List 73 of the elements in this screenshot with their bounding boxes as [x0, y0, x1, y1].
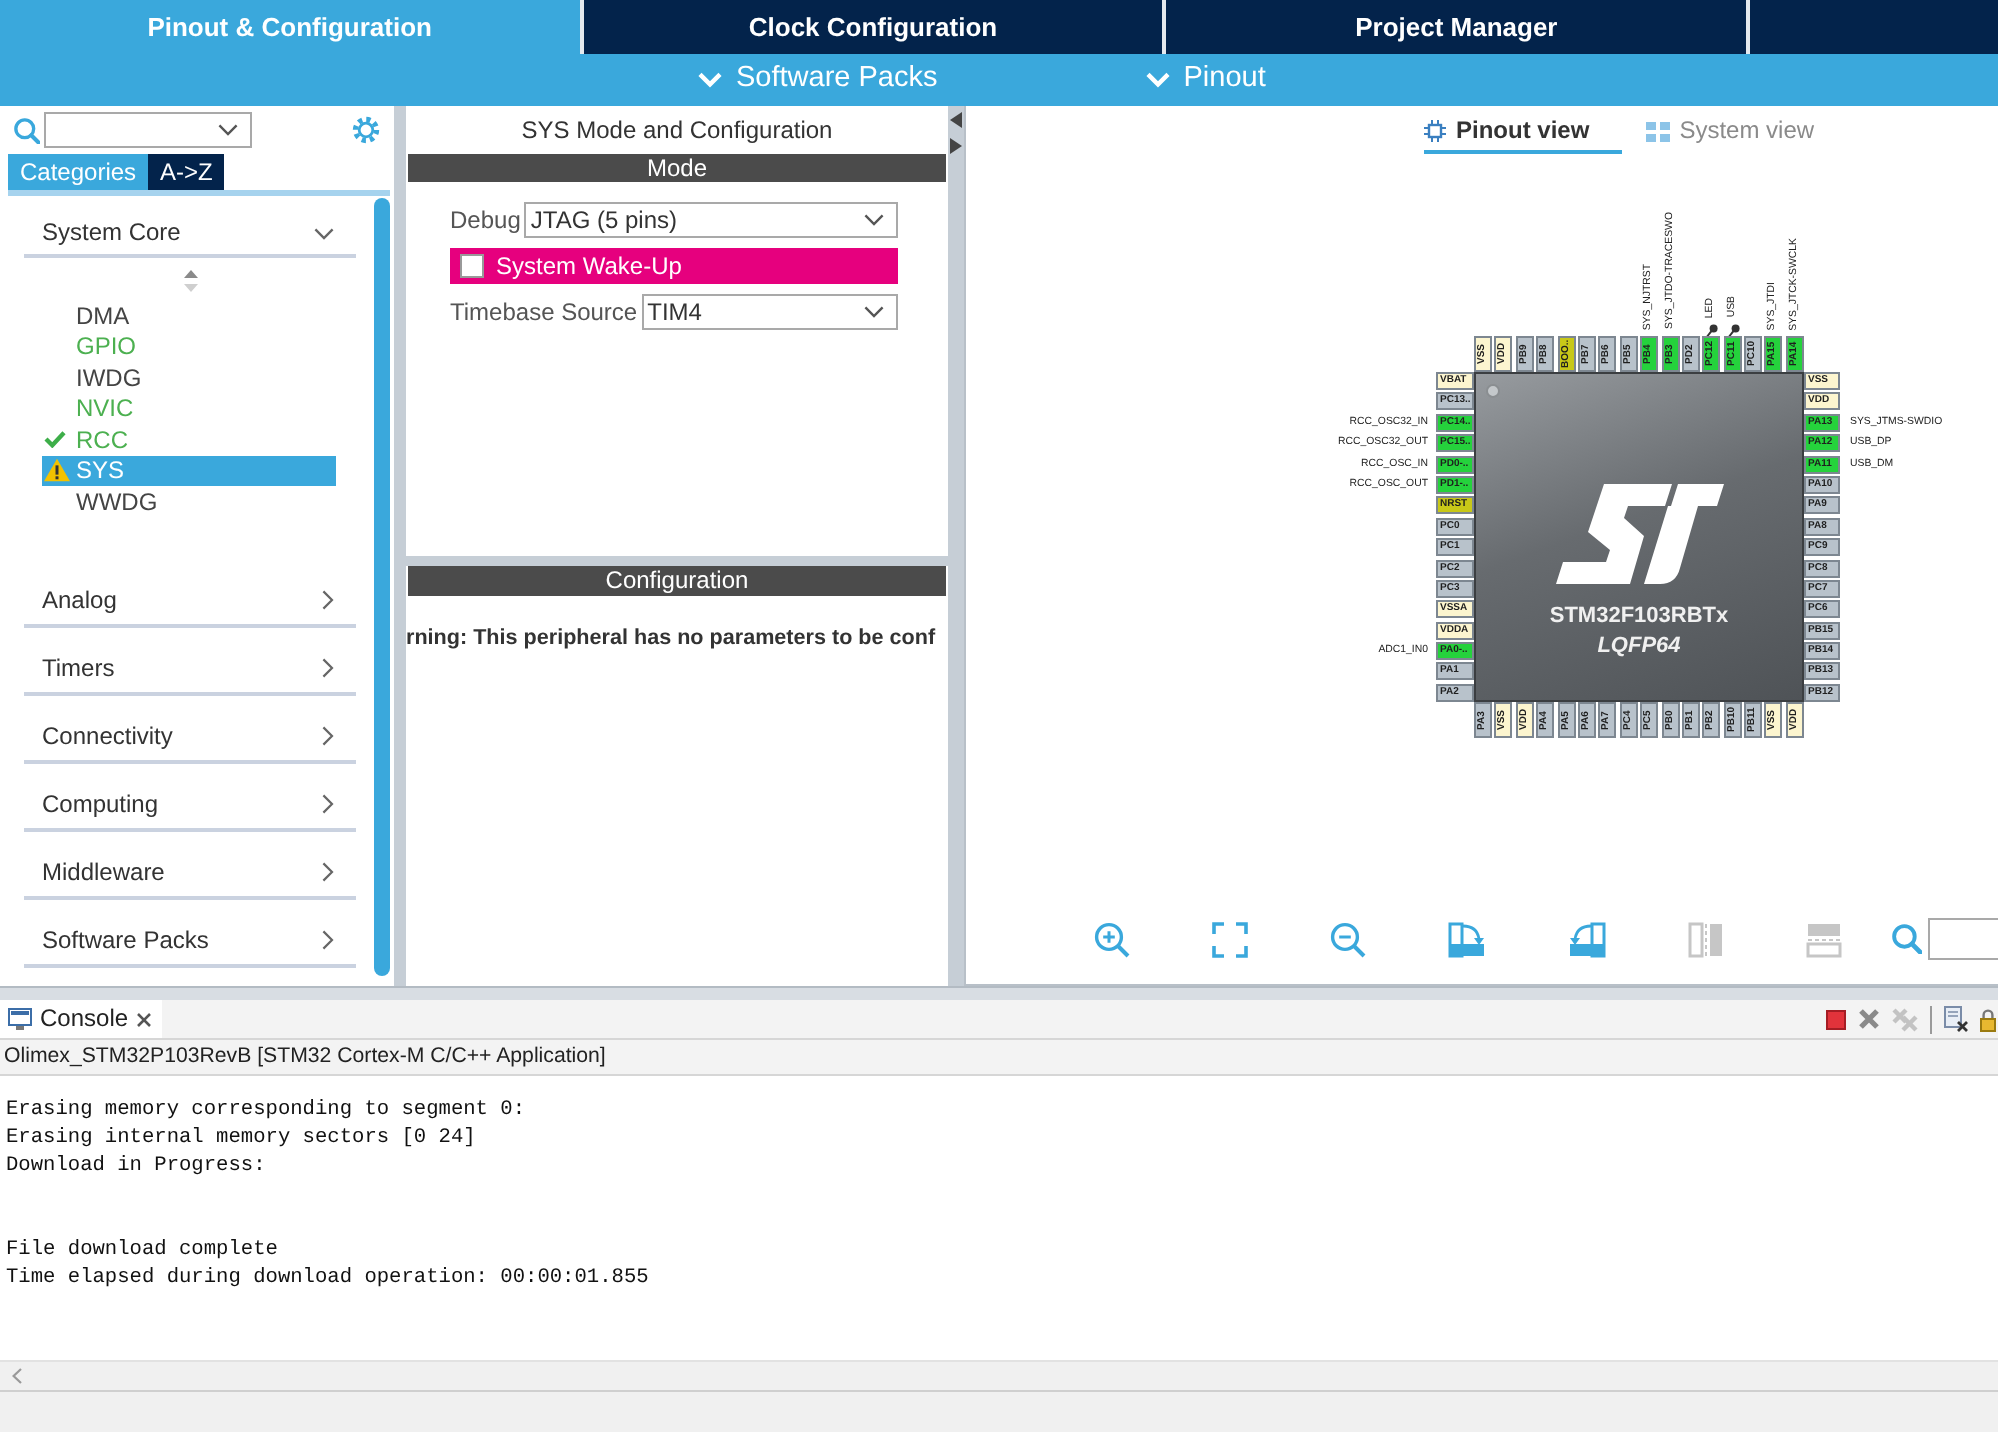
rotate-left-icon[interactable] [1568, 921, 1606, 957]
sort-arrows-icon[interactable] [183, 270, 197, 292]
chip-icon [1424, 120, 1446, 142]
chip-logo-icon [1555, 484, 1723, 584]
tab[interactable]: Clock Configuration [583, 0, 1163, 54]
warning-message: rning: This peripheral has no parameters to be conf [406, 626, 936, 650]
grid-icon [1645, 121, 1670, 141]
chevron-down-icon [864, 306, 884, 318]
chip-package: LQFP64 [1597, 634, 1681, 660]
chevron-right-icon [322, 929, 334, 949]
search-dropdown[interactable] [44, 112, 252, 148]
chevron-right-icon [322, 657, 334, 677]
panel-title: SYS Mode and Configuration [521, 115, 833, 145]
left-triangle-icon[interactable] [950, 112, 962, 128]
category-header[interactable]: Timers [24, 633, 356, 695]
chevron-down-icon [698, 71, 722, 88]
search-icon[interactable] [1892, 924, 1922, 954]
search-icon[interactable] [14, 117, 40, 143]
category-header[interactable]: Software Packs [24, 905, 356, 967]
checkbox[interactable] [460, 254, 484, 278]
sidebar-item[interactable]: DMA [42, 300, 336, 331]
console-line: Download in Progress: [6, 1152, 266, 1180]
warning-icon [44, 458, 70, 483]
console-tab[interactable]: Console [0, 1000, 163, 1038]
tab[interactable]: Project Manager [1166, 0, 1747, 54]
chevron-right-icon [322, 793, 334, 813]
circle-marker-icon [1486, 384, 1500, 398]
console-line: Erasing internal memory sectors [0 24] [6, 1124, 476, 1152]
zoom-out-icon[interactable] [1330, 921, 1366, 957]
console-icon [8, 1008, 32, 1030]
search-field[interactable] [1928, 918, 1998, 960]
field-label: Debug [450, 205, 521, 235]
category-header[interactable]: Connectivity [24, 701, 356, 763]
dropdown[interactable]: TIM4 [641, 294, 898, 330]
console-line: Erasing memory corresponding to segment 0: [6, 1096, 526, 1124]
sidebar-item[interactable]: IWDG [42, 362, 336, 393]
chevron-right-icon [322, 725, 334, 745]
rotate-right-icon[interactable] [1448, 921, 1486, 957]
lock-icon[interactable] [1980, 1007, 1996, 1031]
dropdown[interactable]: JTAG (5 pins) [524, 202, 898, 238]
check-icon [44, 430, 66, 449]
chevron-down-icon [314, 228, 334, 240]
section-header: Mode [408, 154, 946, 182]
chip-part-number: STM32F103RBTx [1549, 604, 1729, 630]
checkbox-label[interactable]: System Wake-Up [496, 251, 682, 281]
category-header[interactable]: Analog [24, 565, 356, 627]
right-triangle-icon[interactable] [950, 138, 962, 154]
clear-console-icon[interactable] [1944, 1006, 1968, 1032]
scrollbar-thumb[interactable] [374, 198, 390, 976]
stop-icon[interactable] [1826, 1009, 1846, 1029]
chevron-down-icon [218, 124, 238, 136]
section-header: Configuration [408, 566, 946, 596]
field-label: Timebase Source [450, 297, 638, 327]
chevron-right-icon [322, 861, 334, 881]
remove-icon[interactable] [1858, 1008, 1880, 1030]
sidebar-item[interactable]: WWDG [42, 486, 336, 517]
category-header[interactable]: System Core [24, 196, 356, 258]
chevron-down-icon [864, 214, 884, 226]
category-header[interactable]: Middleware [24, 837, 356, 899]
view-tab[interactable]: Pinout view [1424, 114, 1622, 154]
scroll-left-icon[interactable] [12, 1368, 22, 1384]
close-icon[interactable] [136, 1011, 153, 1027]
settings-icon[interactable] [352, 116, 380, 144]
chevron-down-icon [1145, 71, 1170, 88]
horizontal-scrollbar[interactable] [0, 1360, 1998, 1390]
zoom-in-icon[interactable] [1094, 921, 1130, 957]
launch-title: Olimex_STM32P103RevB [STM32 Cortex-M C/C++ Application] [4, 1044, 606, 1070]
tab[interactable]: A->Z [148, 154, 225, 190]
fit-to-screen-icon[interactable] [1212, 921, 1248, 957]
category-header[interactable]: Computing [24, 769, 356, 831]
console-line: File download complete [6, 1236, 278, 1264]
chevron-right-icon [322, 589, 334, 609]
console-line: Time elapsed during download operation: 00:00:01.855 [6, 1264, 649, 1292]
